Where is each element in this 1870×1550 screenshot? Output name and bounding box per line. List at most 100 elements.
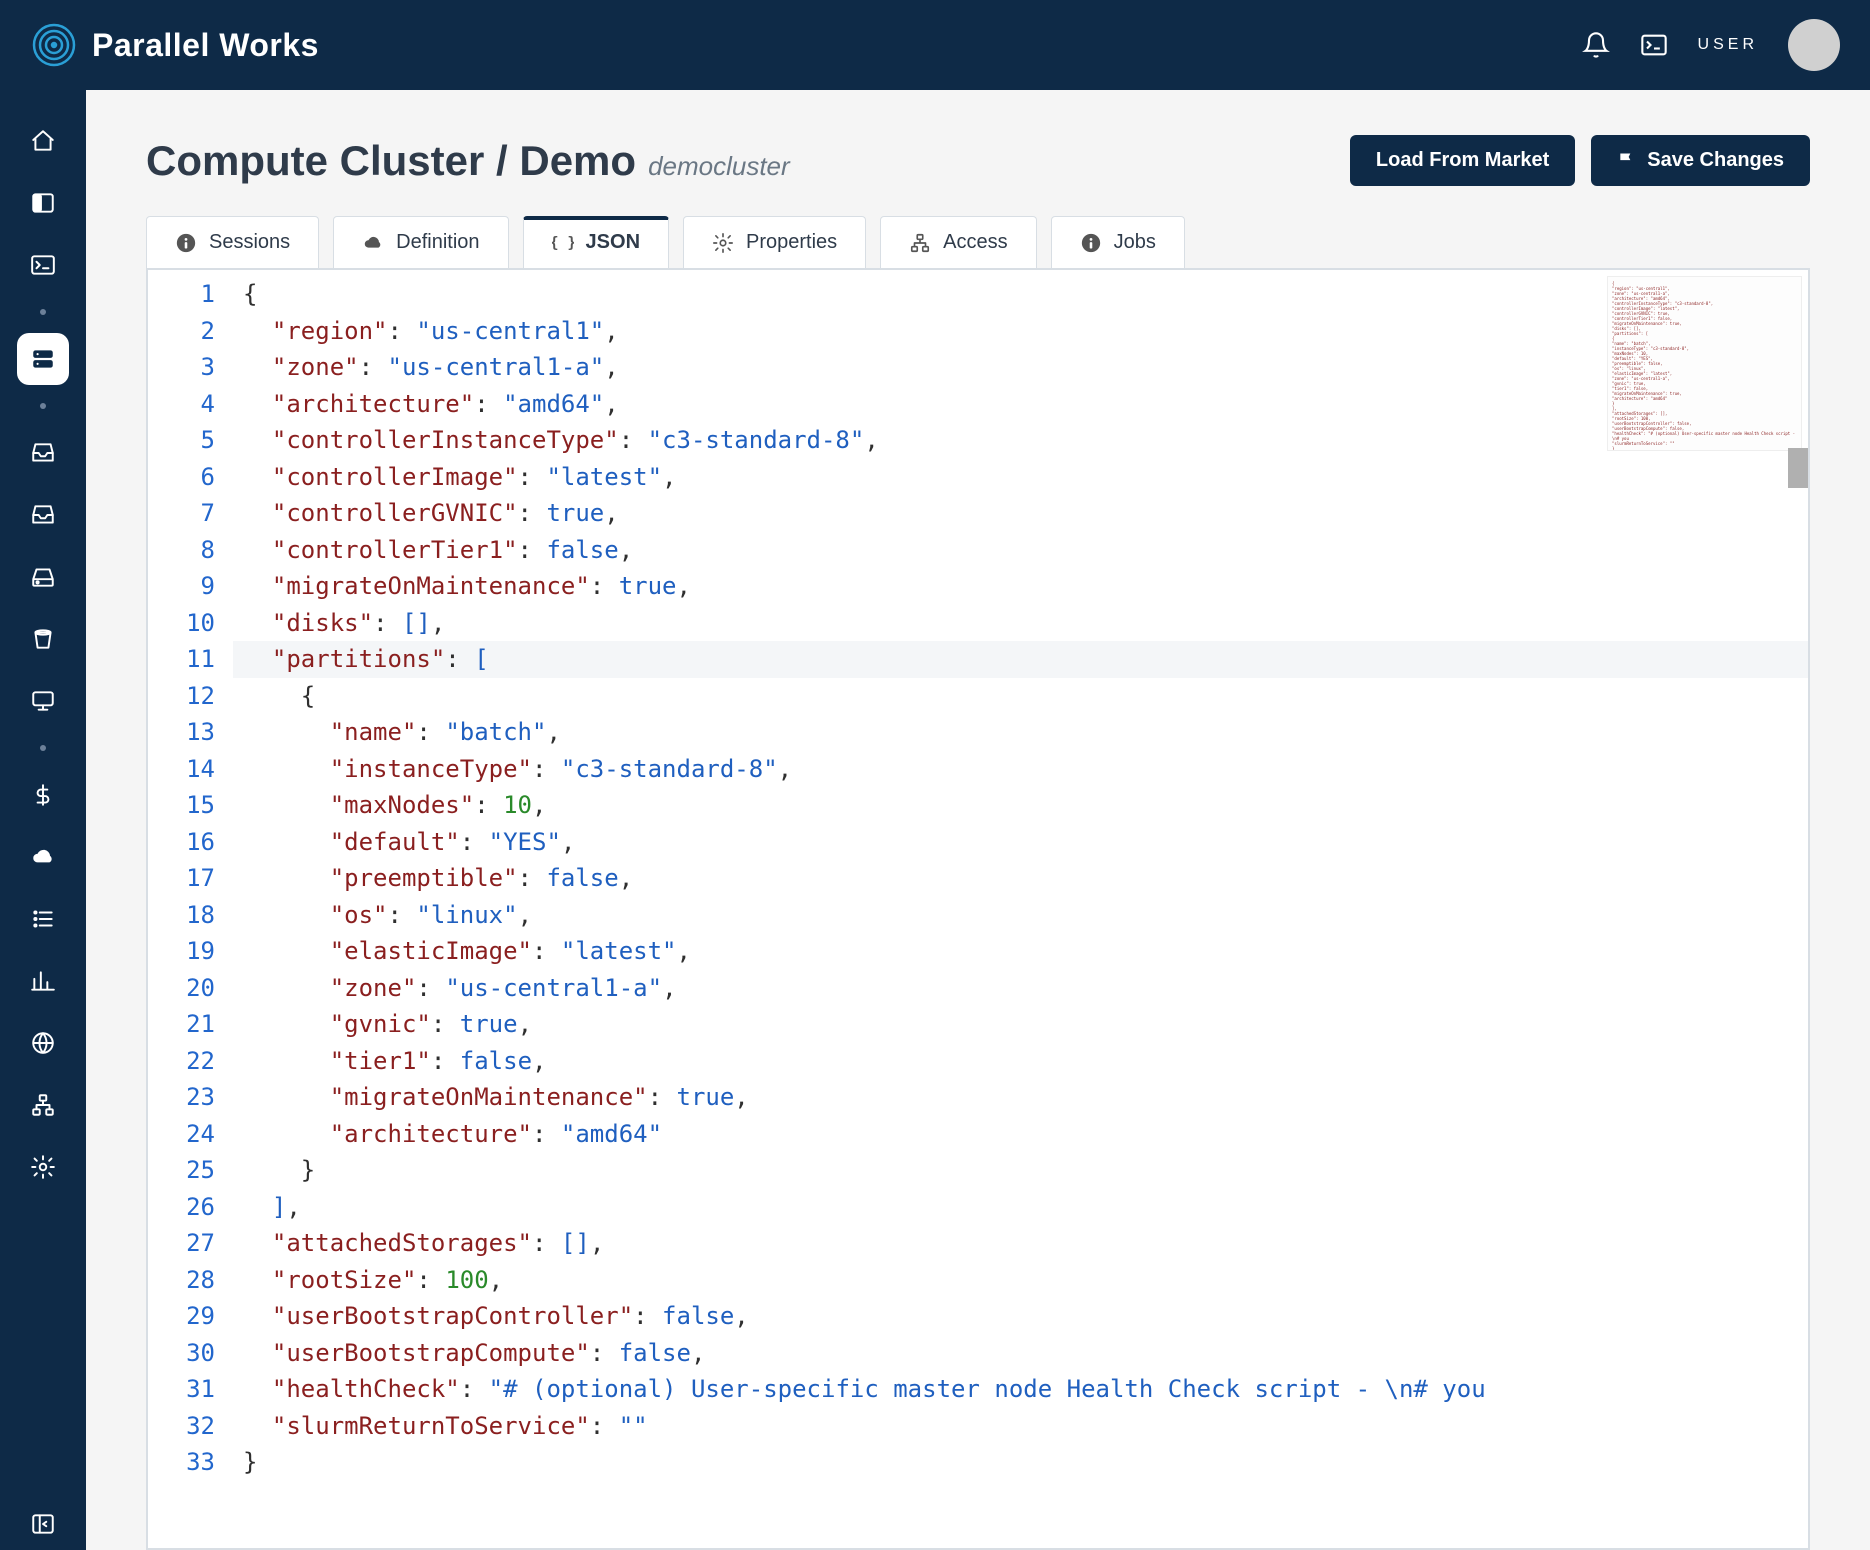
code-line[interactable]: "disks": [],	[233, 605, 1808, 642]
code-line[interactable]: "zone": "us-central1-a",	[233, 349, 1808, 386]
gutter-line: 30	[148, 1335, 215, 1372]
brand-name: Parallel Works	[92, 27, 319, 64]
code-line[interactable]: "os": "linux",	[233, 897, 1808, 934]
sidebar-item-inbox2[interactable]	[17, 489, 69, 541]
tab-json[interactable]: { } JSON	[523, 216, 669, 268]
sidebar-item-chart[interactable]	[17, 955, 69, 1007]
code-line[interactable]: "tier1": false,	[233, 1043, 1808, 1080]
code-line[interactable]: "controllerGVNIC": true,	[233, 495, 1808, 532]
code-line[interactable]: "migrateOnMaintenance": true,	[233, 1079, 1808, 1116]
code-line[interactable]: "slurmReturnToService": ""	[233, 1408, 1808, 1445]
minimap-scrollthumb[interactable]	[1788, 448, 1808, 488]
gutter-line: 19	[148, 933, 215, 970]
code-line[interactable]: "migrateOnMaintenance": true,	[233, 568, 1808, 605]
code-line[interactable]: "default": "YES",	[233, 824, 1808, 861]
load-from-market-button[interactable]: Load From Market	[1350, 135, 1575, 186]
code-line[interactable]: "architecture": "amd64"	[233, 1116, 1808, 1153]
gutter-line: 21	[148, 1006, 215, 1043]
code-line[interactable]: "controllerInstanceType": "c3-standard-8…	[233, 422, 1808, 459]
code-line[interactable]: }	[233, 1152, 1808, 1189]
sidebar-item-globe[interactable]	[17, 1017, 69, 1069]
sidebar-item-hierarchy[interactable]	[17, 1079, 69, 1131]
inbox-icon	[30, 440, 56, 466]
code-line[interactable]: "gvnic": true,	[233, 1006, 1808, 1043]
terminal-icon[interactable]	[1640, 31, 1668, 59]
sidebar-item-panel[interactable]	[17, 177, 69, 229]
tab-label: JSON	[586, 231, 640, 254]
gutter-line: 18	[148, 897, 215, 934]
dollar-icon	[30, 782, 56, 808]
sidebar-item-terminal[interactable]	[17, 239, 69, 291]
sidebar-item-cloud[interactable]	[17, 831, 69, 883]
tab-properties[interactable]: Properties	[683, 216, 866, 268]
gear-icon	[712, 232, 734, 254]
gutter-line: 10	[148, 605, 215, 642]
json-editor[interactable]: 1234567891011121314151617181920212223242…	[146, 268, 1810, 1550]
code-line[interactable]: }	[233, 1444, 1808, 1481]
sidebar-separator	[40, 403, 46, 409]
editor-minimap[interactable]: {"region": "us-central1","zone": "us-cen…	[1607, 276, 1802, 451]
code-line[interactable]: "controllerTier1": false,	[233, 532, 1808, 569]
sidebar-item-monitor[interactable]	[17, 675, 69, 727]
code-line[interactable]: "rootSize": 100,	[233, 1262, 1808, 1299]
code-line[interactable]: "partitions": [	[233, 641, 1808, 678]
tabs: Sessions Definition { } JSON Properties Acces…	[146, 216, 1810, 268]
gutter-line: 25	[148, 1152, 215, 1189]
code-line[interactable]: ],	[233, 1189, 1808, 1226]
sidebar-item-list[interactable]	[17, 893, 69, 945]
sidebar-item-home[interactable]	[17, 115, 69, 167]
braces-icon: { }	[552, 232, 574, 254]
bell-icon[interactable]	[1582, 31, 1610, 59]
sidebar-item-servers[interactable]	[17, 333, 69, 385]
drive-icon	[30, 564, 56, 590]
bucket-icon	[30, 626, 56, 652]
code-line[interactable]: "zone": "us-central1-a",	[233, 970, 1808, 1007]
code-line[interactable]: "controllerImage": "latest",	[233, 459, 1808, 496]
code-line[interactable]: "healthCheck": "# (optional) User-specif…	[233, 1371, 1808, 1408]
tab-definition[interactable]: Definition	[333, 216, 508, 268]
gutter-line: 16	[148, 824, 215, 861]
sidebar-item-bucket[interactable]	[17, 613, 69, 665]
globe-icon	[30, 1030, 56, 1056]
sidebar-item-inbox[interactable]	[17, 427, 69, 479]
gutter-line: 28	[148, 1262, 215, 1299]
gutter-line: 32	[148, 1408, 215, 1445]
gutter-line: 9	[148, 568, 215, 605]
brand-spiral-icon	[30, 21, 78, 69]
code-line[interactable]: "preemptible": false,	[233, 860, 1808, 897]
code-line[interactable]: "userBootstrapCompute": false,	[233, 1335, 1808, 1372]
gutter-line: 26	[148, 1189, 215, 1226]
sidebar-item-billing[interactable]	[17, 769, 69, 821]
tab-jobs[interactable]: Jobs	[1051, 216, 1185, 268]
tab-label: Sessions	[209, 231, 290, 254]
page-header: Compute Cluster / Demo democluster Load …	[146, 135, 1810, 186]
editor-gutter: 1234567891011121314151617181920212223242…	[148, 270, 233, 1548]
avatar[interactable]	[1788, 19, 1840, 71]
code-line[interactable]: "maxNodes": 10,	[233, 787, 1808, 824]
sidebar-item-collapse[interactable]	[17, 1498, 69, 1550]
tab-access[interactable]: Access	[880, 216, 1036, 268]
user-label: USER	[1698, 36, 1758, 54]
hierarchy-icon	[30, 1092, 56, 1118]
code-line[interactable]: {	[233, 678, 1808, 715]
home-icon	[30, 128, 56, 154]
load-from-market-label: Load From Market	[1376, 149, 1549, 172]
sidebar-item-drive[interactable]	[17, 551, 69, 603]
code-line[interactable]: "name": "batch",	[233, 714, 1808, 751]
editor-code[interactable]: { "region": "us-central1", "zone": "us-c…	[233, 270, 1808, 1548]
server-icon	[30, 346, 56, 372]
gutter-line: 1	[148, 276, 215, 313]
tab-sessions[interactable]: Sessions	[146, 216, 319, 268]
sidebar-item-settings[interactable]	[17, 1141, 69, 1193]
info-icon	[175, 232, 197, 254]
code-line[interactable]: "instanceType": "c3-standard-8",	[233, 751, 1808, 788]
brand-logo[interactable]: Parallel Works	[30, 21, 319, 69]
code-line[interactable]: "attachedStorages": [],	[233, 1225, 1808, 1262]
code-line[interactable]: "elasticImage": "latest",	[233, 933, 1808, 970]
code-line[interactable]: {	[233, 276, 1808, 313]
code-line[interactable]: "userBootstrapController": false,	[233, 1298, 1808, 1335]
info-icon	[1080, 232, 1102, 254]
save-changes-button[interactable]: Save Changes	[1591, 135, 1810, 186]
code-line[interactable]: "region": "us-central1",	[233, 313, 1808, 350]
code-line[interactable]: "architecture": "amd64",	[233, 386, 1808, 423]
